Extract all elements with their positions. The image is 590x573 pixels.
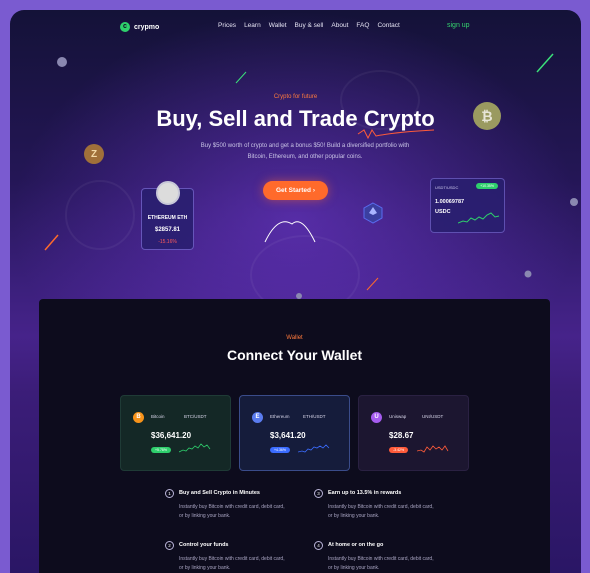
feature-title: At home or on the go	[328, 542, 384, 548]
wallet-card-bitcoin[interactable]: B Bitcoin BTC/USDT $36,641.20 +5.78%	[120, 395, 231, 471]
hero-tag: Crypto for future	[273, 94, 318, 100]
eth-card-name: ETHEREUM ETH	[147, 215, 188, 221]
ethereum-hex-icon	[363, 202, 383, 224]
eth-card-change: -15.16%	[158, 239, 177, 245]
wallet-card-price: $36,641.20	[151, 431, 192, 440]
feature-number: 1	[165, 489, 174, 498]
feature-title: Buy and Sell Crypto in Minutes	[179, 490, 260, 496]
usdc-pair: USDT/USDC	[435, 185, 459, 190]
hero-description: Buy $500 worth of crypto and get a bonus…	[200, 143, 410, 160]
wallet-tag: Wallet	[286, 335, 303, 341]
dot-top-left	[57, 57, 67, 67]
wallet-card-uniswap[interactable]: U Uniswap UNI/USDT $28.67 -3.42%	[358, 395, 469, 471]
ethereum-avatar	[156, 181, 180, 205]
streak-green-right	[536, 53, 554, 73]
title-underline-squiggle	[357, 129, 435, 140]
wallet-section: Wallet Connect Your Wallet B Bitcoin BTC…	[39, 299, 550, 573]
uniswap-sparkline	[417, 445, 449, 453]
wallet-card-pair: UNI/USDT	[422, 414, 444, 419]
feature-title: Control your funds	[179, 542, 229, 548]
feature-number: 4	[314, 541, 323, 550]
eth-card-price: $2857.81	[154, 227, 181, 233]
uniswap-icon: U	[371, 412, 382, 423]
wallet-card-badge: -3.42%	[389, 447, 409, 453]
wallet-card-name: Ethereum	[270, 414, 290, 419]
wallet-card-pair: ETH/USDT	[303, 414, 326, 419]
streak-orange-right	[366, 277, 379, 291]
feature-description: Instantly buy Bitcoin with credit card, …	[328, 556, 434, 571]
wallet-card-price: $3,641.20	[270, 431, 306, 440]
wallet-card-name: Uniswap	[389, 414, 407, 419]
wallet-card-badge: +4.36%	[270, 447, 290, 453]
ethereum-icon: E	[252, 412, 263, 423]
hero-title: Buy, Sell and Trade Crypto	[156, 106, 435, 131]
dot-right	[524, 270, 532, 278]
zcash-symbol: Z	[90, 148, 98, 160]
usdc-change-badge: +10.35%	[476, 183, 498, 189]
feature-description: Instantly buy Bitcoin with credit card, …	[179, 504, 285, 519]
zcash-coin-icon: Z	[84, 144, 104, 164]
usdc-amount: 1.00069787	[435, 199, 465, 205]
bitcoin-icon: B	[133, 412, 144, 423]
wallet-card-name: Bitcoin	[151, 414, 165, 419]
feature-number: 2	[165, 541, 174, 550]
wallet-card-pair: BTC/USDT	[184, 414, 207, 419]
feature-number: 3	[314, 489, 323, 498]
usdc-symbol: USDC	[435, 209, 451, 215]
feature-description: Instantly buy Bitcoin with credit card, …	[179, 556, 285, 571]
get-started-button[interactable]: Get Started ›	[263, 181, 328, 200]
wallet-card-ethereum[interactable]: E Ethereum ETH/USDT $3,641.20 +4.36%	[239, 395, 350, 471]
ethereum-sparkline	[298, 444, 330, 453]
get-started-label: Get Started	[275, 187, 312, 194]
dot-edge-right	[570, 198, 578, 206]
decorative-curve	[264, 221, 316, 243]
wallet-card-badge: +5.78%	[151, 447, 171, 453]
chevron-right-icon: ›	[312, 187, 316, 194]
page-frame: c crypmo Prices Learn Wallet Buy & sell …	[10, 10, 581, 573]
streak-green-left	[235, 71, 247, 84]
wallet-card-price: $28.67	[389, 431, 414, 440]
feature-title: Earn up to 13.5% in rewards	[328, 490, 402, 496]
ethereum-price-card[interactable]: ETHEREUM ETH $2857.81 -15.16%	[141, 181, 194, 250]
usdc-sparkline	[458, 212, 500, 224]
wallet-title: Connect Your Wallet	[226, 347, 363, 363]
streak-orange-left	[44, 234, 59, 251]
feature-description: Instantly buy Bitcoin with credit card, …	[328, 504, 434, 519]
usdc-price-card[interactable]: USDT/USDC +10.35% 1.00069787 USDC	[430, 178, 505, 233]
bitcoin-sparkline	[179, 443, 211, 453]
